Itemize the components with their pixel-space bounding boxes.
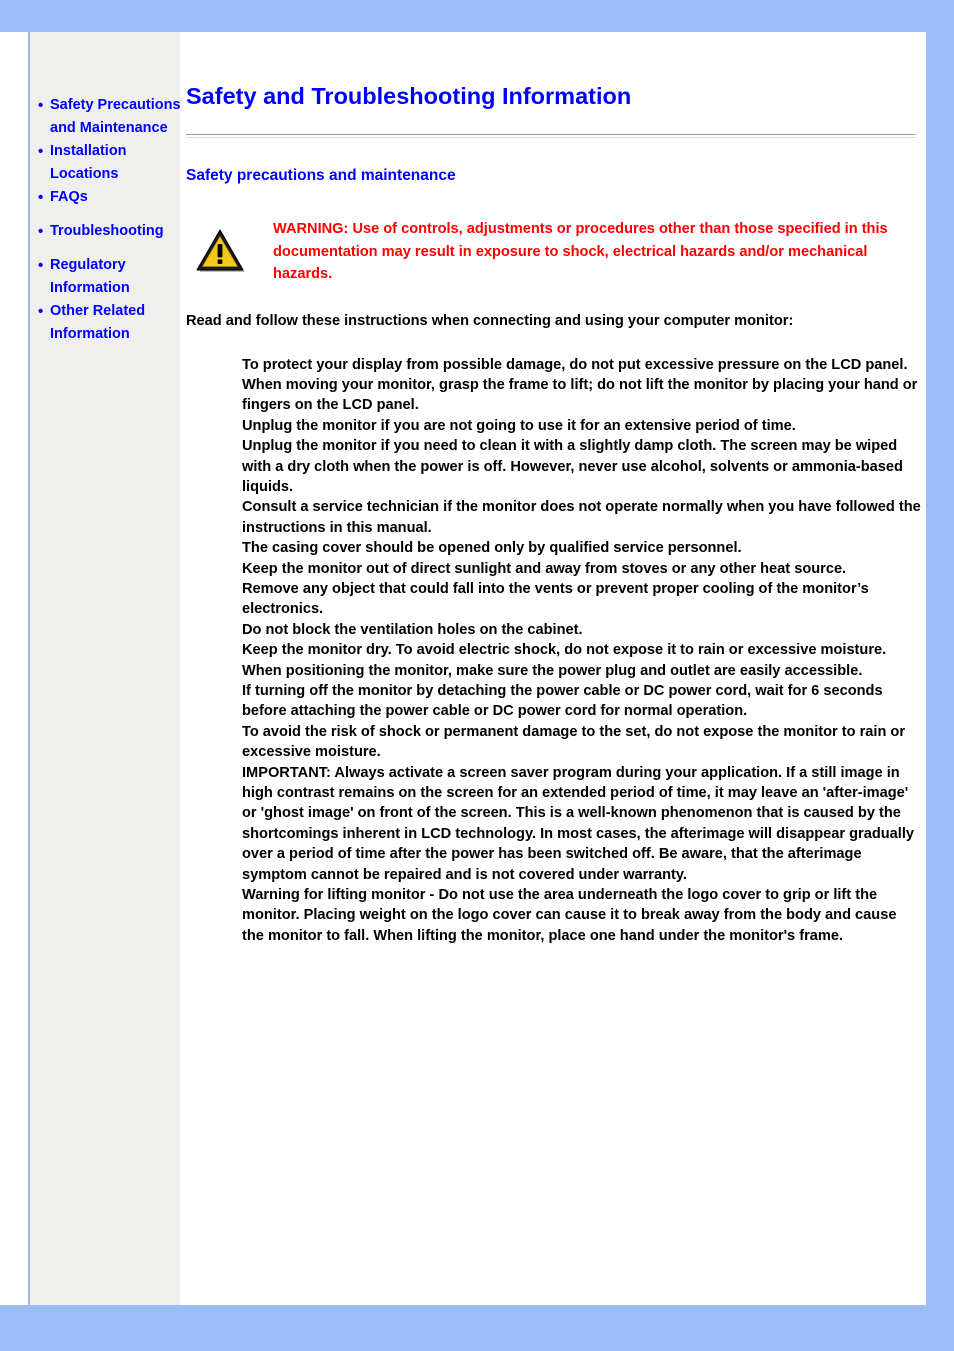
sidebar-item-label: Regulatory Information: [50, 257, 130, 296]
instruction-item: Keep the monitor out of direct sunlight …: [242, 560, 847, 577]
sidebar-item-label: Other Related Information: [50, 303, 146, 342]
bullet-icon: •: [38, 97, 44, 114]
bullet-icon: •: [38, 143, 44, 160]
sidebar-item-label: FAQs: [50, 189, 88, 205]
section-heading: Safety precautions and maintenance: [186, 167, 456, 184]
page-title: Safety and Troubleshooting Information: [186, 83, 632, 109]
bullet-icon: •: [38, 223, 44, 240]
sidebar-item-installation-locations[interactable]: • Installation Locations: [36, 140, 196, 186]
main-content: Safety and Troubleshooting Information S…: [186, 32, 922, 946]
instruction-item: Do not block the ventilation holes on th…: [242, 621, 583, 638]
bullet-icon: •: [38, 257, 44, 274]
instruction-item: When positioning the monitor, make sure …: [242, 662, 863, 679]
sidebar-item-label: Troubleshooting: [50, 223, 164, 239]
instruction-item: IMPORTANT: Always activate a screen save…: [242, 764, 914, 883]
instruction-item: The casing cover should be opened only b…: [242, 540, 742, 557]
warning-message: WARNING: Use of controls, adjustments or…: [273, 221, 888, 282]
sidebar-navigation: • Safety Precautions and Maintenance • Inst…: [28, 32, 181, 1305]
instruction-item: To avoid the risk of shock or permanent …: [242, 723, 906, 761]
instruction-item: Unplug the monitor if you are not going …: [242, 417, 796, 434]
sidebar-item-regulatory-information[interactable]: • Regulatory Information: [36, 254, 196, 300]
instruction-item: Keep the monitor dry. To avoid electric …: [242, 642, 887, 659]
sidebar-link-list: • Safety Precautions and Maintenance • Inst…: [36, 94, 196, 346]
instruction-item: Warning for lifting monitor - Do not use…: [242, 887, 897, 944]
instruction-list: To protect your display from possible da…: [186, 332, 922, 947]
intro-paragraph: Read and follow these instructions when …: [186, 312, 794, 329]
warning-block: WARNING: Use of controls, adjustments or…: [186, 216, 922, 286]
instruction-item: Remove any object that could fall into t…: [242, 580, 869, 618]
sidebar-item-troubleshooting[interactable]: • Troubleshooting: [36, 220, 196, 243]
instruction-item: Unplug the monitor if you need to clean …: [242, 438, 903, 495]
sidebar-item-label: Installation Locations: [50, 143, 127, 182]
sidebar-item-label: Safety Precautions and Maintenance: [50, 97, 181, 136]
instruction-item: Consult a service technician if the moni…: [242, 499, 921, 536]
instruction-item: To protect your display from possible da…: [242, 356, 918, 414]
sidebar-item-faqs[interactable]: • FAQs: [36, 186, 196, 209]
sidebar-item-other-related-information[interactable]: • Other Related Information: [36, 300, 196, 346]
bullet-icon: •: [38, 189, 44, 206]
warning-triangle-icon: [186, 216, 248, 279]
bullet-icon: •: [38, 303, 44, 320]
sidebar-item-safety-precautions-and-maintenance[interactable]: • Safety Precautions and Maintenance: [36, 94, 196, 140]
instruction-item: If turning off the monitor by detaching …: [242, 683, 883, 720]
